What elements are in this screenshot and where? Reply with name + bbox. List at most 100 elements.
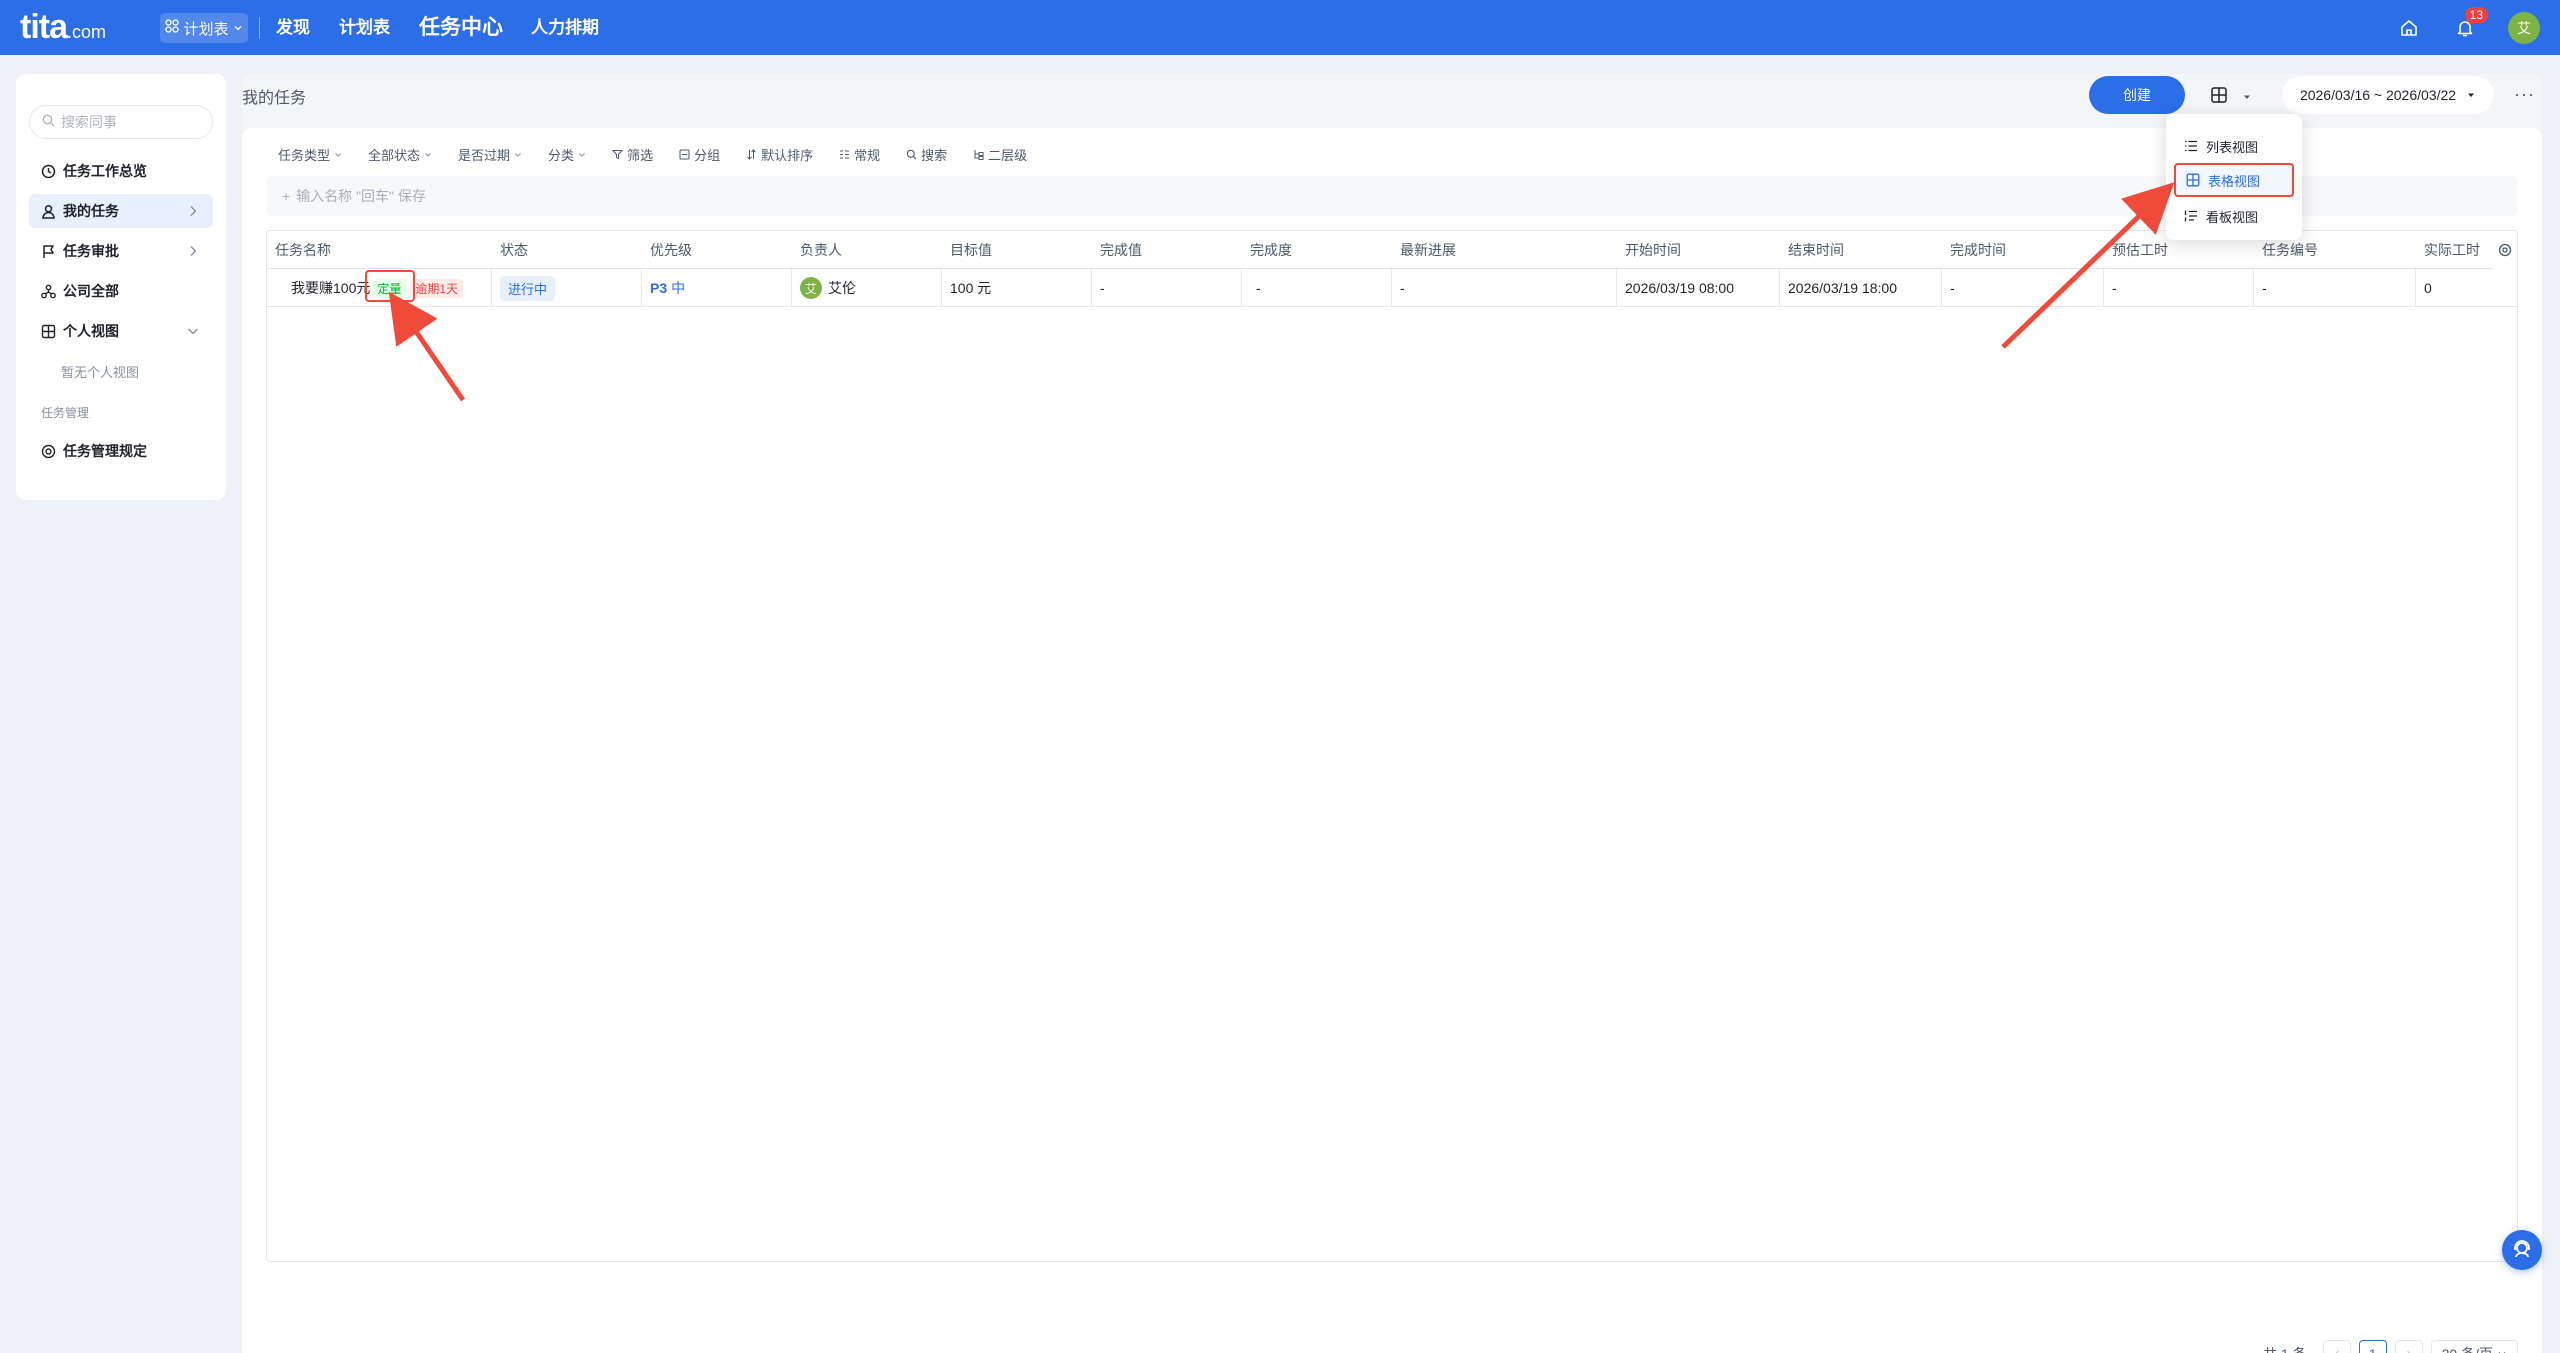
- filter-task-type[interactable]: 任务类型: [278, 145, 342, 164]
- plus-icon: +: [282, 188, 291, 204]
- chevron-down-icon: [425, 152, 431, 157]
- sidebar-item-personal-view[interactable]: 个人视图: [29, 314, 213, 348]
- cell-finish-time[interactable]: -: [1942, 269, 2104, 307]
- view-switcher[interactable]: [2210, 86, 2252, 109]
- column-header-owner[interactable]: 负责人: [792, 231, 942, 269]
- menu-item-list-view[interactable]: 列表视图: [2174, 129, 2294, 163]
- cell-estimated-hours[interactable]: -: [2104, 269, 2254, 307]
- cell-task-no[interactable]: -: [2254, 269, 2416, 307]
- create-button[interactable]: 创建: [2089, 76, 2185, 114]
- status-badge[interactable]: 进行中: [500, 275, 556, 301]
- cell-done-value[interactable]: -: [1092, 269, 1242, 307]
- cell-actual-hours[interactable]: 0: [2416, 269, 2496, 307]
- overview-icon: [39, 162, 57, 180]
- chevron-right-icon: [185, 203, 201, 219]
- funnel-icon: [612, 150, 624, 160]
- filter-category[interactable]: 分类: [548, 145, 586, 164]
- page-size-select[interactable]: 20 条/页: [2430, 1340, 2518, 1353]
- density-button[interactable]: 常规: [839, 145, 880, 164]
- column-header-start[interactable]: 开始时间: [1617, 231, 1780, 269]
- task-table: 任务名称 状态 优先级 负责人 目标值 完成值 完成度 最新进展 开始时间 结束…: [266, 230, 2518, 1262]
- sort-icon: [747, 149, 756, 160]
- table-row[interactable]: 我要赚100元 定量 逾期1天 进行中 P3 中 艾 艾伦 100 元 - -: [267, 269, 2517, 307]
- nav-resource-schedule[interactable]: 人力排期: [531, 0, 599, 55]
- column-header-actual-hours[interactable]: 实际工时: [2416, 231, 2496, 269]
- group-button[interactable]: 分组: [679, 145, 720, 164]
- app-switcher[interactable]: 计划表: [160, 13, 248, 43]
- cell-latest-progress[interactable]: -: [1392, 269, 1617, 307]
- customer-service-button[interactable]: [2502, 1230, 2542, 1270]
- date-range-picker[interactable]: 2026/03/16 ~ 2026/03/22: [2282, 76, 2494, 114]
- column-header-status[interactable]: 状态: [492, 231, 642, 269]
- cell-status[interactable]: 进行中: [492, 269, 642, 307]
- sidebar-group-label: 任务管理: [41, 406, 90, 420]
- owner-avatar: 艾: [800, 277, 822, 299]
- cell-start-time[interactable]: 2026/03/19 08:00: [1617, 269, 1780, 307]
- filter-bar: 任务类型 全部状态 是否过期 分类 筛选 分组 默认排序 常规 搜索 二层级: [278, 145, 1027, 164]
- search-button[interactable]: 搜索: [906, 145, 947, 164]
- column-settings-icon[interactable]: [2493, 231, 2517, 269]
- column-header-finish[interactable]: 完成时间: [1942, 231, 2104, 269]
- menu-item-kanban-view[interactable]: 看板视图: [2174, 199, 2294, 233]
- search-icon: [42, 114, 55, 130]
- top-right-icons: 13 艾: [2396, 0, 2540, 55]
- grid-icon: [39, 322, 57, 340]
- sidebar-item-overview[interactable]: 任务工作总览: [29, 154, 213, 188]
- headset-icon: [2514, 1240, 2530, 1258]
- cell-end-time[interactable]: 2026/03/19 18:00: [1780, 269, 1942, 307]
- column-header-priority[interactable]: 优先级: [642, 231, 792, 269]
- nav-discover[interactable]: 发现: [276, 0, 310, 55]
- sidebar-item-my-tasks[interactable]: 我的任务: [29, 194, 213, 228]
- column-header-name[interactable]: 任务名称: [267, 231, 492, 269]
- owner-name: 艾伦: [828, 280, 856, 296]
- nav-plan-table[interactable]: 计划表: [339, 0, 390, 55]
- home-icon[interactable]: [2396, 15, 2422, 41]
- column-header-target[interactable]: 目标值: [942, 231, 1092, 269]
- filter-overdue[interactable]: 是否过期: [458, 145, 522, 164]
- prev-page-button[interactable]: [2322, 1340, 2351, 1353]
- priority-label: 中: [671, 280, 686, 296]
- cell-priority[interactable]: P3 中: [642, 269, 792, 307]
- menu-item-table-view[interactable]: 表格视图: [2174, 163, 2294, 197]
- next-page-button[interactable]: [2394, 1340, 2423, 1353]
- caret-down-icon: [2242, 89, 2252, 107]
- target-icon: [39, 442, 57, 460]
- column-header-done-value[interactable]: 完成值: [1092, 231, 1242, 269]
- app-switcher-label: 计划表: [183, 20, 229, 38]
- cell-target[interactable]: 100 元: [942, 269, 1092, 307]
- sidebar-item-rules[interactable]: 任务管理规定: [29, 434, 213, 468]
- hierarchy-button[interactable]: 二层级: [973, 145, 1027, 164]
- chevron-down-icon: [185, 323, 201, 339]
- user-avatar[interactable]: 艾: [2508, 11, 2540, 44]
- cell-owner[interactable]: 艾 艾伦: [792, 269, 942, 307]
- table-icon: [2186, 173, 2200, 187]
- task-name[interactable]: 我要赚100元: [291, 278, 370, 298]
- filter-status[interactable]: 全部状态: [368, 145, 432, 164]
- list-icon: [2185, 140, 2197, 152]
- priority-code: P3: [650, 280, 668, 296]
- cell-completion[interactable]: -: [1242, 269, 1392, 307]
- filter-button[interactable]: 筛选: [612, 145, 653, 164]
- sort-button[interactable]: 默认排序: [746, 145, 813, 164]
- tita-logo[interactable]: tita.com: [20, 8, 106, 51]
- flag-icon: [39, 242, 57, 260]
- group-icon: [679, 149, 690, 160]
- page-number[interactable]: 1: [2358, 1340, 2387, 1353]
- column-header-end[interactable]: 结束时间: [1780, 231, 1942, 269]
- sidebar-item-approval[interactable]: 任务审批: [29, 234, 213, 268]
- nav-task-center[interactable]: 任务中心: [419, 0, 503, 55]
- notification-badge: 13: [2464, 6, 2488, 23]
- sidebar-item-label: 个人视图: [63, 323, 119, 339]
- column-header-completion[interactable]: 完成度: [1242, 231, 1392, 269]
- bell-icon[interactable]: 13: [2452, 6, 2488, 41]
- more-button[interactable]: ···: [2514, 84, 2535, 105]
- colleague-search-input[interactable]: [61, 114, 201, 130]
- column-header-progress[interactable]: 最新进展: [1392, 231, 1617, 269]
- quick-add-input[interactable]: [296, 188, 697, 204]
- annotation-highlight-tag: [365, 270, 415, 302]
- view-type-menu: 列表视图 表格视图 看板视图: [2166, 114, 2302, 240]
- task-content-card: 任务类型 全部状态 是否过期 分类 筛选 分组 默认排序 常规 搜索 二层级 +…: [242, 128, 2542, 1353]
- sidebar-item-company[interactable]: 公司全部: [29, 274, 213, 308]
- search-icon: [906, 149, 917, 160]
- sidebar-item-label: 我的任务: [63, 203, 119, 219]
